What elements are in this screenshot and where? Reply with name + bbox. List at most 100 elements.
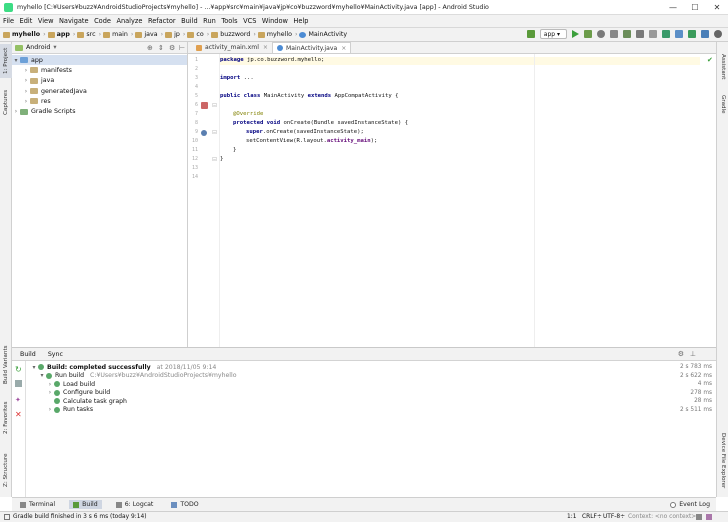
chevron-down-icon[interactable]: ▾ [53, 44, 56, 51]
tree-item-manifests[interactable]: › manifests [12, 65, 187, 75]
tab-favorites[interactable]: 2: Favorites [0, 398, 12, 438]
breadcrumb-item[interactable]: app › [47, 31, 75, 38]
chevron-down-icon[interactable]: ▾ [38, 372, 46, 379]
menu-file[interactable]: File [3, 17, 14, 25]
build-row-load-build[interactable]: › Load build 4 ms [30, 380, 712, 389]
breadcrumb-item[interactable]: jp › [165, 31, 185, 38]
tab-structure[interactable]: Z: Structure [0, 450, 12, 490]
code-area[interactable]: package jp.co.buzzword.myhello; import .… [219, 54, 700, 347]
menu-analyze[interactable]: Analyze [116, 17, 142, 25]
close-icon[interactable]: ✕ [15, 410, 22, 419]
tab-terminal[interactable]: Terminal [16, 500, 59, 509]
breadcrumb-item[interactable]: buzzword › [211, 31, 256, 38]
tab-gradle[interactable]: Gradle [717, 90, 728, 118]
search-icon[interactable] [714, 30, 722, 38]
breadcrumb-item[interactable]: MainActivity [299, 31, 347, 38]
breadcrumb-item[interactable]: java › [135, 31, 163, 38]
class-gutter-icon[interactable] [201, 102, 208, 109]
tab-build-output[interactable]: Build [20, 351, 36, 358]
maximize-icon[interactable]: ☐ [684, 3, 706, 12]
tab-logcat[interactable]: 6: Logcat [112, 500, 158, 509]
tab-build[interactable]: Build [69, 500, 102, 509]
close-icon[interactable]: × [263, 44, 268, 51]
sync-scroll-icon[interactable]: ⊕ [147, 44, 153, 52]
chevron-right-icon[interactable]: › [12, 108, 20, 115]
tab-device-file-explorer[interactable]: Device File Explorer [717, 428, 728, 494]
line-separator[interactable]: CRLF÷ [582, 514, 602, 520]
gear-icon[interactable]: ⚙ [169, 44, 175, 52]
tab-mainactivity-java[interactable]: MainActivity.java × [272, 42, 352, 53]
breadcrumb-item[interactable]: myhello › [3, 31, 46, 38]
tab-activity-main-xml[interactable]: activity_main.xml × [192, 42, 272, 53]
close-icon[interactable]: × [341, 45, 346, 52]
chevron-right-icon[interactable]: › [46, 381, 54, 388]
gear-icon[interactable]: ⚙ [678, 350, 684, 358]
build-row-calculate-task-graph[interactable]: Calculate task graph 28 ms [30, 397, 712, 406]
menu-tools[interactable]: Tools [221, 17, 237, 25]
chevron-right-icon[interactable]: › [22, 77, 30, 84]
menu-vcs[interactable]: VCS [243, 17, 256, 25]
hide-icon[interactable]: ⊥ [690, 350, 696, 358]
tab-assistant[interactable]: Assistant [717, 52, 728, 82]
inspector-icon[interactable] [706, 514, 712, 520]
breadcrumb-item[interactable]: co › [187, 31, 209, 38]
chevron-right-icon[interactable]: › [22, 88, 30, 95]
tab-project[interactable]: 1: Project [0, 44, 12, 78]
menu-window[interactable]: Window [262, 17, 288, 25]
breadcrumb-item[interactable]: main › [103, 31, 133, 38]
project-structure-icon[interactable] [701, 30, 709, 38]
build-row-run-tasks[interactable]: › Run tasks 2 s 511 ms [30, 406, 712, 415]
breadcrumb-item[interactable]: src › [77, 31, 101, 38]
sync-gradle-icon[interactable] [662, 30, 670, 38]
run-icon[interactable] [572, 30, 579, 38]
lock-icon[interactable] [696, 514, 702, 520]
make-project-icon[interactable] [526, 30, 535, 38]
chevron-down-icon[interactable]: ▾ [30, 364, 38, 371]
pin-icon[interactable]: ✦ [15, 396, 21, 404]
tab-todo[interactable]: TODO [167, 500, 202, 509]
build-row-run-build[interactable]: ▾ Run build C:¥Users¥buzz¥AndroidStudioPro… [30, 372, 712, 381]
event-log-button[interactable]: Event Log [666, 500, 714, 509]
override-gutter-icon[interactable] [201, 130, 207, 136]
fold-icon[interactable]: ⊟ [212, 129, 217, 136]
menu-build[interactable]: Build [181, 17, 198, 25]
profile-icon[interactable] [610, 30, 618, 38]
debug-icon[interactable] [597, 30, 605, 38]
close-icon[interactable]: ✕ [706, 3, 728, 12]
chevron-right-icon[interactable]: › [22, 67, 30, 74]
tool-window-toggle-icon[interactable] [4, 514, 10, 520]
tree-item-res[interactable]: › res [12, 96, 187, 106]
menu-edit[interactable]: Edit [20, 17, 33, 25]
tree-item-app[interactable]: ▾ app [12, 55, 187, 66]
menu-refactor[interactable]: Refactor [148, 17, 176, 25]
chevron-right-icon[interactable]: › [22, 98, 30, 105]
file-encoding[interactable]: UTF-8÷ [603, 514, 625, 520]
tab-build-variants[interactable]: Build Variants [0, 342, 12, 388]
tab-sync[interactable]: Sync [48, 351, 63, 358]
build-row-summary[interactable]: ▾ Build: completed successfully at 2018/11… [30, 363, 712, 372]
fold-icon[interactable]: ⊟ [212, 102, 217, 109]
tree-item-generatedjava[interactable]: › generatedJava [12, 86, 187, 96]
toggle-view-icon[interactable] [15, 380, 22, 387]
minimize-icon[interactable]: — [662, 3, 684, 12]
build-row-configure-build[interactable]: › Configure build 278 ms [30, 389, 712, 398]
tree-item-gradle-scripts[interactable]: › Gradle Scripts [12, 106, 187, 116]
tab-captures[interactable]: Captures [0, 86, 12, 118]
menu-help[interactable]: Help [293, 17, 308, 25]
avd-manager-icon[interactable] [675, 30, 683, 38]
menu-code[interactable]: Code [94, 17, 111, 25]
chevron-right-icon[interactable]: › [46, 389, 54, 396]
coverage-icon[interactable] [623, 30, 631, 38]
hide-icon[interactable]: ⊢ [179, 44, 185, 52]
caret-position[interactable]: 1:1 [567, 514, 576, 520]
tree-item-java[interactable]: › java [12, 76, 187, 86]
apply-changes-icon[interactable] [584, 30, 592, 38]
breadcrumb-item[interactable]: myhello › [257, 31, 297, 38]
collapse-icon[interactable]: ⇕ [158, 44, 164, 52]
attach-debugger-icon[interactable] [636, 30, 644, 38]
project-view-select[interactable]: Android [26, 44, 50, 51]
menu-run[interactable]: Run [203, 17, 216, 25]
chevron-down-icon[interactable]: ▾ [12, 57, 20, 64]
fold-icon[interactable]: ⊟ [212, 156, 217, 163]
rerun-icon[interactable]: ↻ [15, 365, 22, 374]
